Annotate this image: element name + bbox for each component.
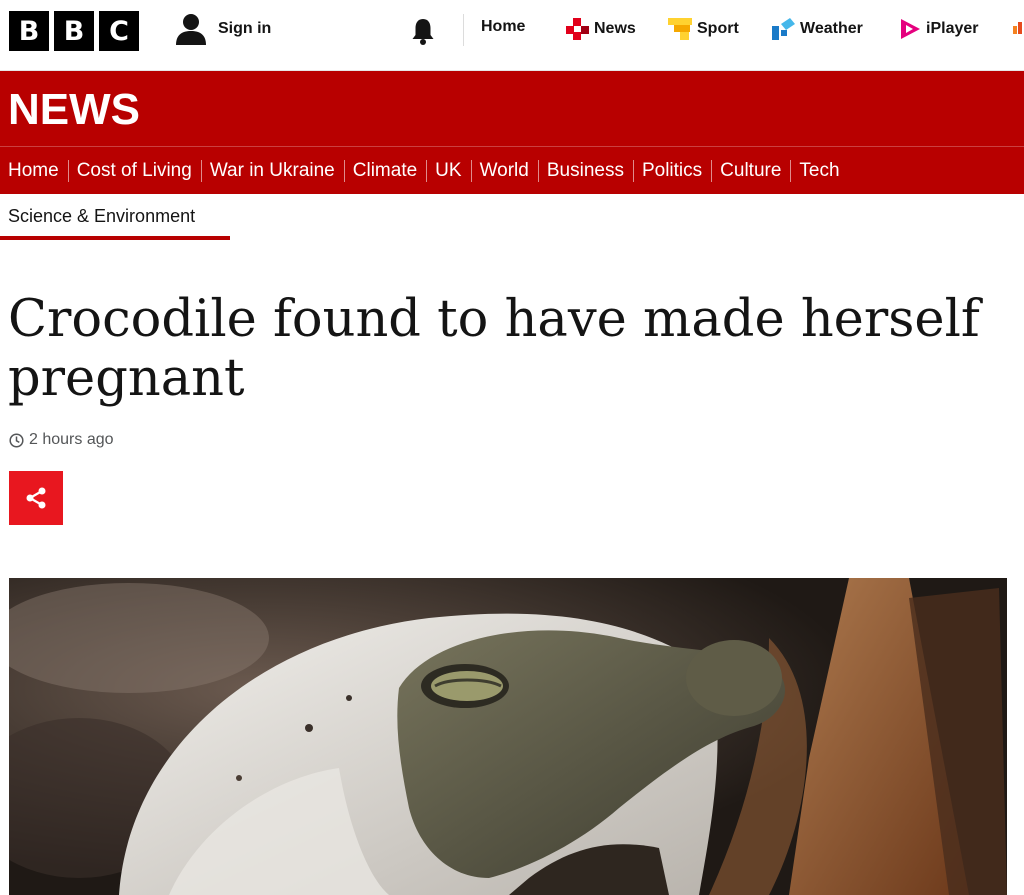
user-icon — [176, 14, 206, 45]
notifications-bell-icon[interactable] — [408, 16, 438, 50]
header-divider — [463, 14, 464, 46]
sign-in-button[interactable]: Sign in — [174, 12, 271, 46]
subnav-item-world[interactable]: World — [472, 159, 539, 182]
nav-more-icon[interactable] — [1013, 22, 1024, 36]
news-icon — [566, 18, 589, 40]
subnav-item-home[interactable]: Home — [0, 159, 69, 182]
crocodile-hatchling-image — [9, 578, 1007, 895]
news-banner: NEWS — [0, 71, 1024, 146]
bbc-logo-letter: B — [9, 11, 49, 51]
nav-news-label: News — [594, 20, 636, 37]
subnav-item-war-in-ukraine[interactable]: War in Ukraine — [202, 159, 345, 182]
nav-news[interactable]: News — [566, 18, 636, 40]
clock-icon — [9, 432, 24, 448]
news-subnav: Home Cost of Living War in Ukraine Clima… — [0, 146, 1024, 194]
nav-iplayer-label: iPlayer — [926, 20, 979, 37]
news-logo[interactable]: NEWS — [8, 85, 140, 135]
bbc-logo-letter: B — [54, 11, 94, 51]
subnav-item-business[interactable]: Business — [539, 159, 634, 182]
nav-sport-label: Sport — [697, 20, 739, 37]
weather-icon — [772, 18, 795, 40]
nav-home[interactable]: Home — [481, 18, 525, 36]
section-underline — [0, 236, 230, 240]
article-timestamp: 2 hours ago — [9, 431, 114, 449]
subnav-item-uk[interactable]: UK — [427, 159, 472, 182]
bbc-logo-letter: C — [99, 11, 139, 51]
global-header: B B C Sign in Home News Sport Weather iP… — [0, 0, 1024, 71]
nav-home-label: Home — [481, 18, 526, 35]
sport-icon — [668, 18, 692, 40]
article-headline: Crocodile found to have made herself pre… — [8, 290, 980, 408]
subnav-item-climate[interactable]: Climate — [345, 159, 428, 182]
subnav-item-politics[interactable]: Politics — [634, 159, 713, 182]
article-hero-image — [9, 578, 1007, 895]
subnav-item-tech[interactable]: Tech — [791, 160, 848, 182]
share-icon — [26, 487, 46, 509]
timestamp-text: 2 hours ago — [29, 431, 114, 448]
sign-in-label: Sign in — [218, 20, 272, 37]
subnav-item-cost-of-living[interactable]: Cost of Living — [69, 159, 202, 182]
nav-sport[interactable]: Sport — [668, 18, 739, 40]
bbc-logo[interactable]: B B C — [9, 11, 139, 51]
nav-weather-label: Weather — [800, 20, 863, 37]
share-button[interactable] — [9, 471, 63, 525]
subnav-item-culture[interactable]: Culture — [712, 159, 792, 182]
iplayer-icon — [901, 19, 920, 39]
nav-weather[interactable]: Weather — [772, 18, 863, 40]
nav-iplayer[interactable]: iPlayer — [900, 18, 978, 40]
section-link[interactable]: Science & Environment — [8, 206, 195, 227]
